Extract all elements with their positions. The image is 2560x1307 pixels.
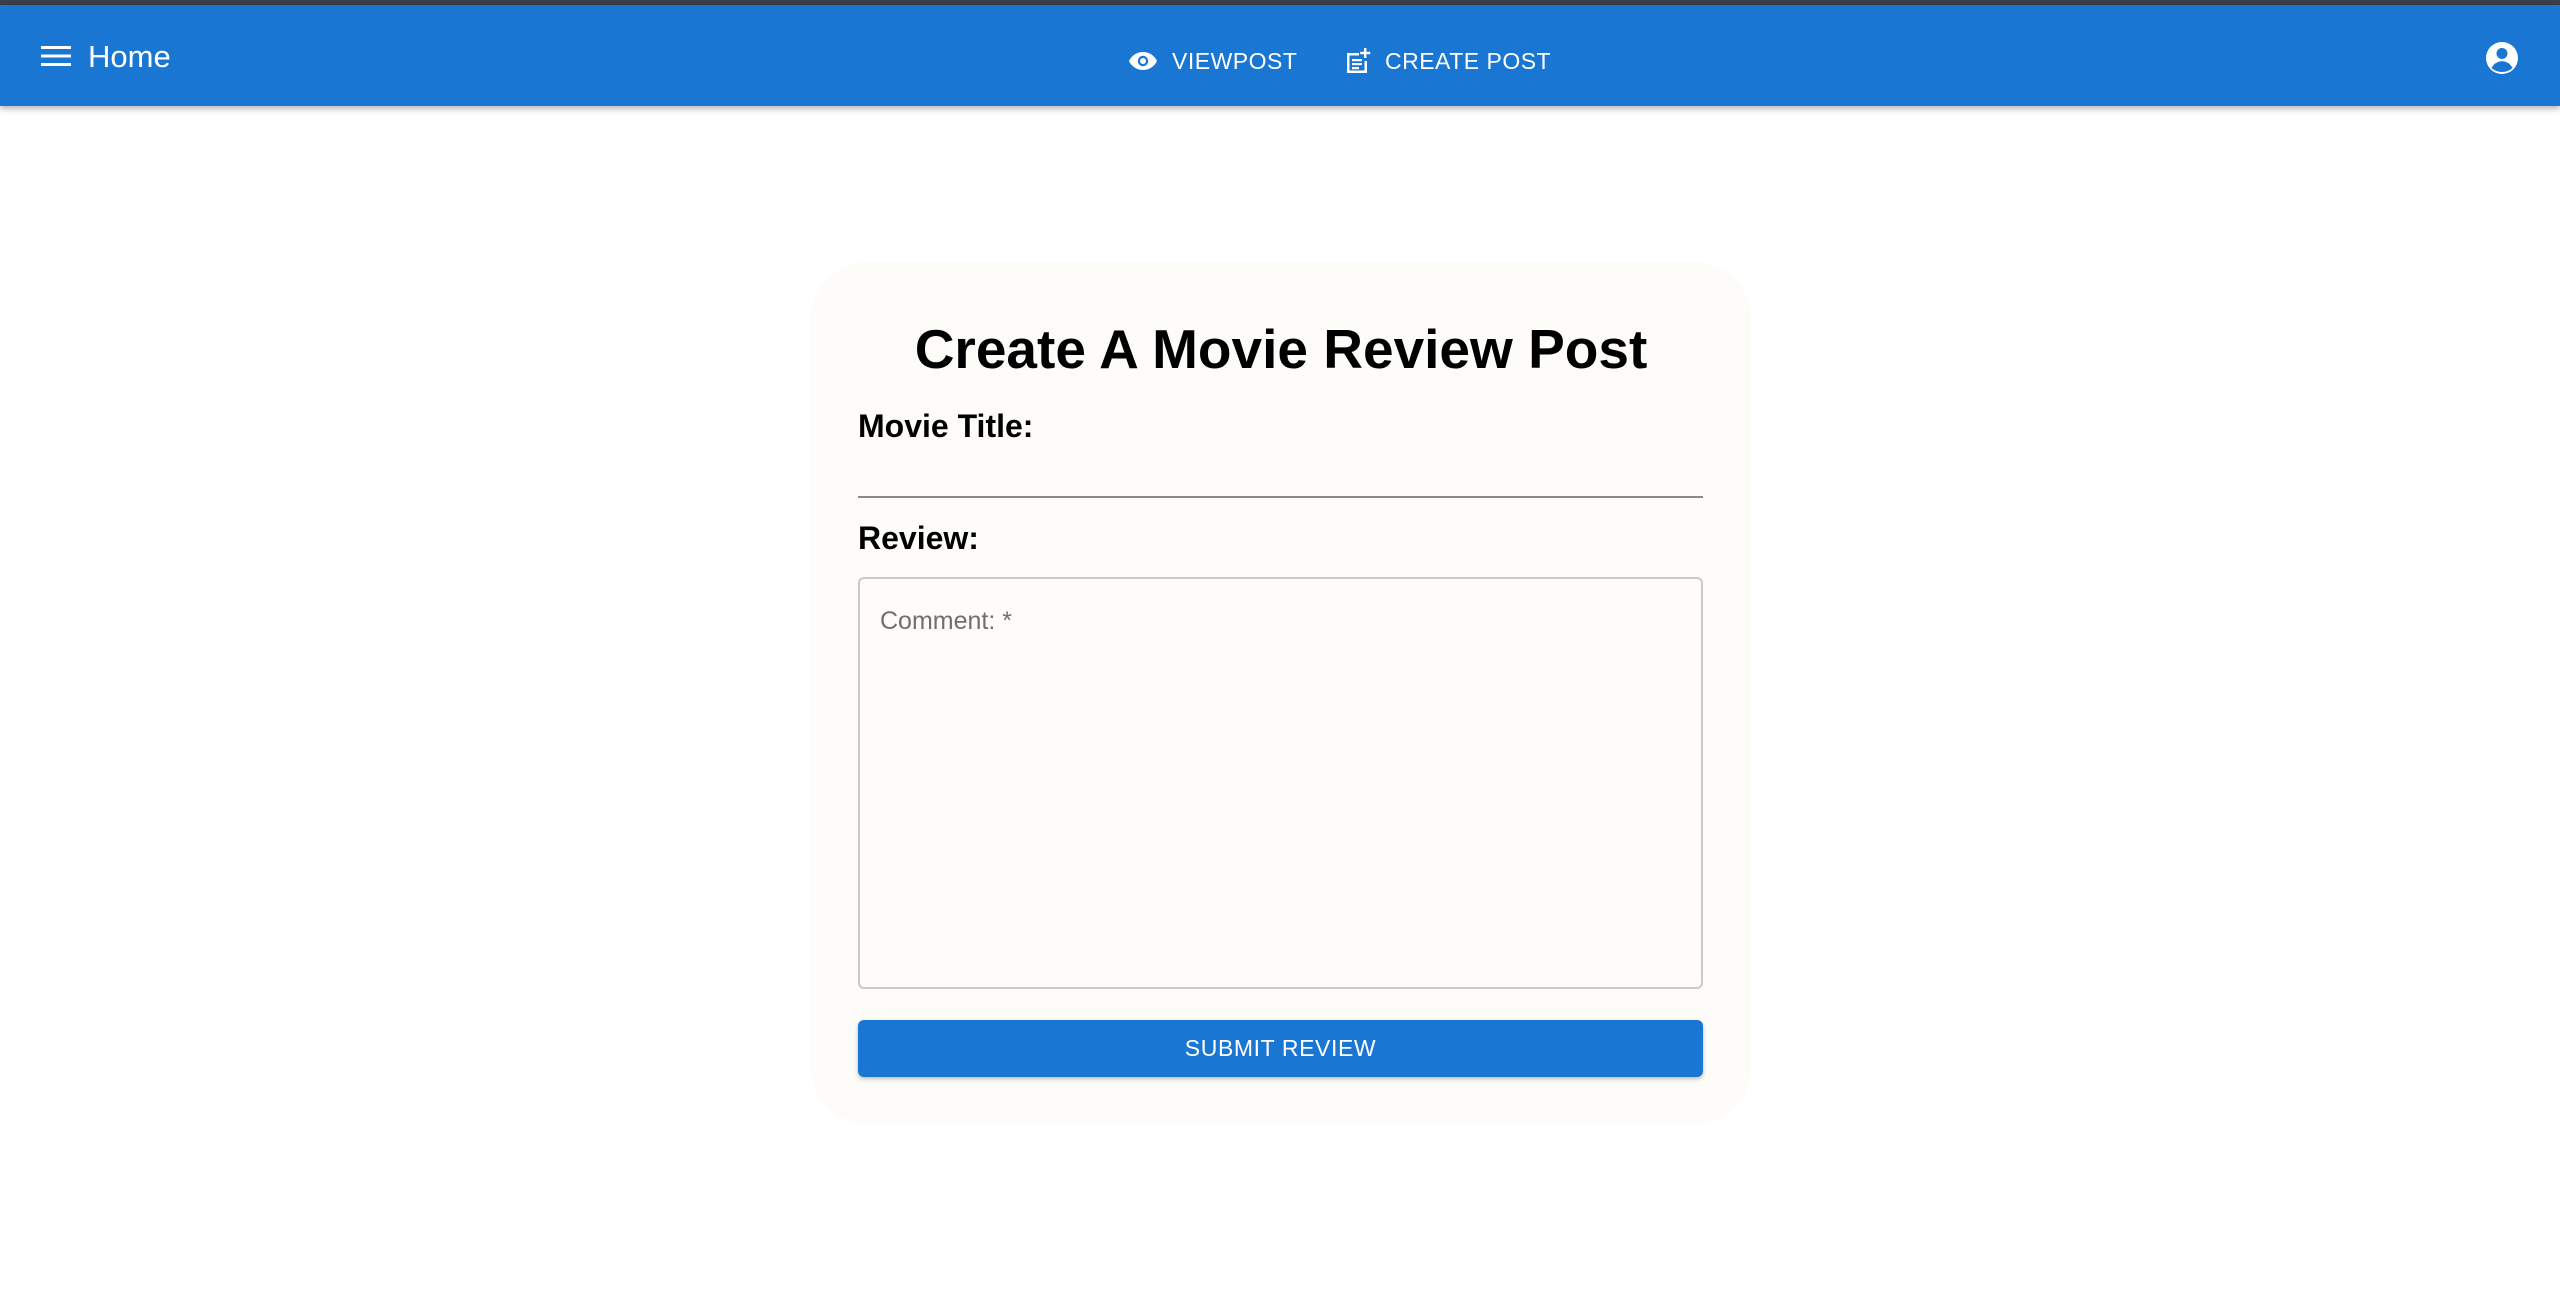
account-circle-icon <box>2486 42 2518 74</box>
page-title: Create A Movie Review Post <box>914 318 1648 380</box>
nav-viewpost-label: VIEWPOST <box>1172 47 1298 74</box>
review-label: Review: <box>858 520 979 556</box>
movie-title-label: Movie Title: <box>858 408 1034 444</box>
create-review-card: Create A Movie Review Post Movie Title: … <box>811 262 1751 1124</box>
app-bar: Home VIEWPOST CREATE POST <box>0 5 2560 106</box>
nav-create-post-label: CREATE POST <box>1385 47 1552 74</box>
post-add-icon <box>1347 48 1371 73</box>
home-link[interactable]: Home <box>88 39 171 75</box>
movie-title-input[interactable] <box>858 448 1703 498</box>
account-button[interactable] <box>2484 40 2520 76</box>
menu-button[interactable] <box>36 36 76 76</box>
nav-viewpost-button[interactable]: VIEWPOST <box>1128 41 1297 81</box>
hamburger-menu-icon <box>41 46 71 66</box>
submit-review-button[interactable]: SUBMIT REVIEW <box>858 1020 1703 1077</box>
nav-create-post-button[interactable]: CREATE POST <box>1343 41 1551 81</box>
eye-icon <box>1129 52 1157 70</box>
comment-textarea[interactable] <box>858 577 1703 989</box>
